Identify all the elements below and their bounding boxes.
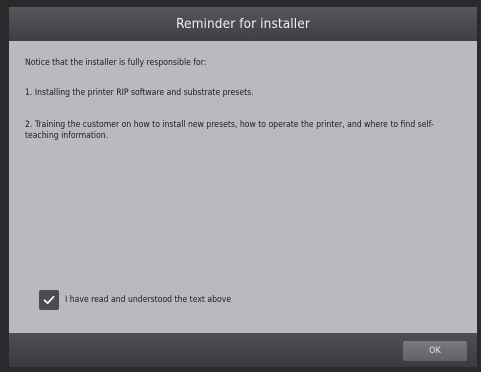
- dialog-title: Reminder for installer: [9, 7, 477, 41]
- dialog-footer: OK: [9, 333, 477, 367]
- dialog-content: Notice that the installer is fully respo…: [9, 41, 477, 333]
- acknowledge-checkbox[interactable]: [39, 290, 59, 310]
- ok-button[interactable]: OK: [403, 341, 467, 361]
- screen-frame: Reminder for installer Notice that the i…: [0, 0, 481, 372]
- responsibility-item-2: 2. Training the customer on how to insta…: [25, 120, 434, 141]
- installer-reminder-dialog: Reminder for installer Notice that the i…: [9, 7, 477, 367]
- responsibility-item-1: 1. Installing the printer RIP software a…: [25, 88, 254, 98]
- notice-text: Notice that the installer is fully respo…: [25, 58, 207, 68]
- checkmark-icon: [43, 295, 55, 305]
- acknowledge-checkbox-label[interactable]: I have read and understood the text abov…: [65, 295, 231, 306]
- acknowledge-checkbox-row[interactable]: I have read and understood the text abov…: [39, 289, 231, 311]
